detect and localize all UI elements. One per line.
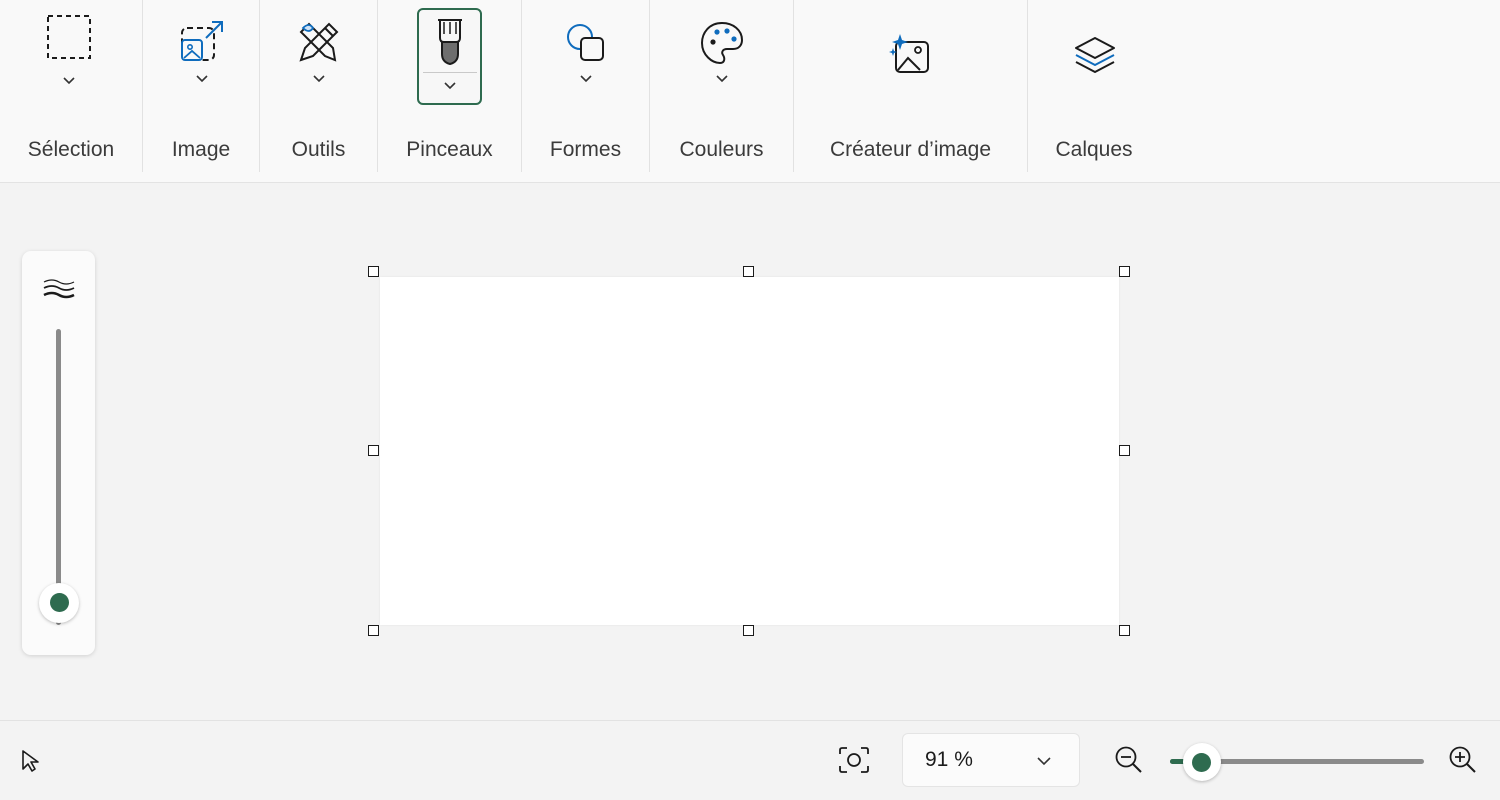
workspace bbox=[0, 184, 1500, 720]
resize-handle-top[interactable] bbox=[743, 266, 754, 277]
group-brushes: Pinceaux bbox=[378, 0, 522, 172]
group-shapes: Formes bbox=[522, 0, 650, 172]
group-label-layers: Calques bbox=[1055, 138, 1133, 161]
zoom-level-dropdown[interactable]: 91 % bbox=[902, 733, 1080, 787]
sparkle-image-icon bbox=[889, 34, 929, 73]
zoom-slider-thumb[interactable] bbox=[1182, 743, 1221, 781]
resize-handle-bottom-left[interactable] bbox=[368, 625, 379, 636]
group-layers: Calques bbox=[1028, 0, 1160, 172]
stroke-width-icon bbox=[43, 279, 75, 299]
status-bar: 91 % bbox=[0, 720, 1500, 800]
layers-icon bbox=[1075, 37, 1115, 73]
brushes-button[interactable] bbox=[417, 8, 482, 105]
brush-size-slider[interactable] bbox=[56, 329, 61, 625]
group-label-shapes: Formes bbox=[549, 138, 622, 161]
resize-handle-bottom[interactable] bbox=[743, 625, 754, 636]
brush-size-panel bbox=[22, 251, 95, 655]
zoom-level-value: 91 % bbox=[925, 748, 973, 771]
chevron-down-icon[interactable] bbox=[312, 72, 326, 86]
tools-button[interactable] bbox=[293, 18, 345, 86]
shapes-button[interactable] bbox=[560, 20, 612, 86]
palette-icon bbox=[700, 21, 744, 65]
chevron-down-icon[interactable] bbox=[62, 74, 76, 88]
resize-handle-bottom-right[interactable] bbox=[1119, 625, 1130, 636]
resize-handle-top-left[interactable] bbox=[368, 266, 379, 277]
group-label-image: Image bbox=[171, 138, 231, 161]
group-label-selection: Sélection bbox=[27, 138, 115, 161]
image-button[interactable] bbox=[175, 18, 229, 86]
chevron-down-icon[interactable] bbox=[195, 72, 209, 86]
fit-to-window-icon[interactable] bbox=[838, 746, 870, 774]
chevron-down-icon bbox=[1037, 757, 1051, 766]
drawing-canvas[interactable] bbox=[380, 277, 1119, 625]
shapes-icon bbox=[567, 24, 604, 61]
resize-handle-left[interactable] bbox=[368, 445, 379, 456]
brush-icon bbox=[437, 19, 462, 66]
ribbon: Sélection Image Outils Pinceaux Formes C… bbox=[0, 0, 1500, 183]
resize-handle-top-right[interactable] bbox=[1119, 266, 1130, 277]
image-resize-icon bbox=[181, 21, 223, 61]
colors-button[interactable] bbox=[696, 20, 748, 86]
group-tools: Outils bbox=[260, 0, 378, 172]
group-label-colors: Couleurs bbox=[679, 138, 764, 161]
brushes-divider bbox=[422, 72, 477, 73]
group-colors: Couleurs bbox=[650, 0, 794, 172]
chevron-down-icon[interactable] bbox=[715, 72, 729, 86]
chevron-down-icon[interactable] bbox=[579, 72, 593, 86]
selection-button[interactable] bbox=[36, 12, 102, 88]
group-label-image-creator: Créateur d’image bbox=[829, 138, 992, 161]
zoom-in-icon[interactable] bbox=[1448, 745, 1478, 775]
resize-handle-right[interactable] bbox=[1119, 445, 1130, 456]
chevron-down-icon[interactable] bbox=[443, 79, 457, 93]
brush-size-slider-thumb[interactable] bbox=[39, 582, 79, 623]
cursor-pointer-icon bbox=[22, 750, 39, 772]
group-image: Image bbox=[143, 0, 260, 172]
zoom-out-icon[interactable] bbox=[1114, 745, 1144, 775]
dashed-rectangle-icon bbox=[47, 15, 91, 59]
image-creator-button[interactable] bbox=[885, 32, 937, 78]
layers-button[interactable] bbox=[1070, 34, 1120, 80]
group-label-tools: Outils bbox=[291, 138, 346, 161]
group-label-brushes: Pinceaux bbox=[406, 138, 493, 161]
group-selection: Sélection bbox=[0, 0, 143, 172]
group-image-creator: Créateur d’image bbox=[794, 0, 1028, 172]
pencil-tools-icon bbox=[299, 22, 339, 62]
